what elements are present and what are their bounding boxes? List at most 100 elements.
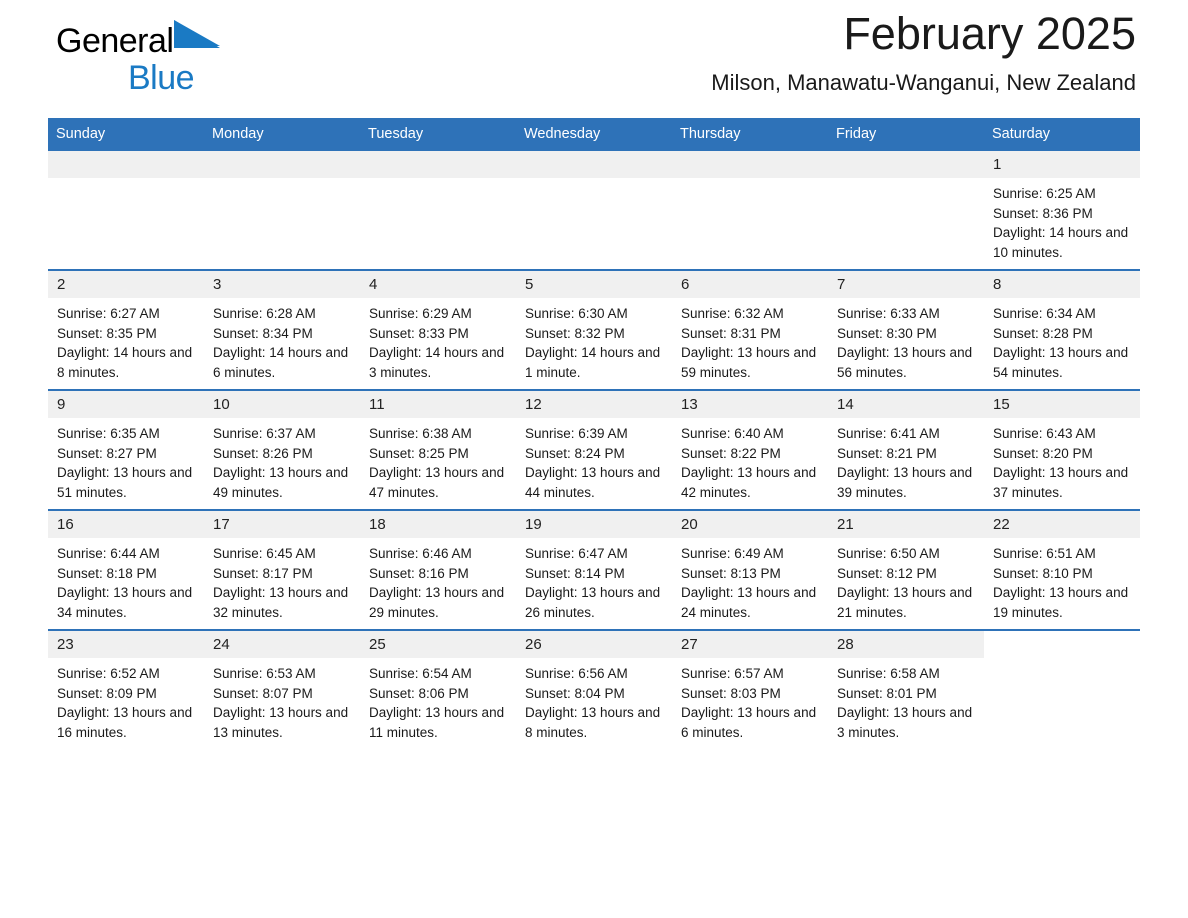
page-title: February 2025 bbox=[843, 8, 1136, 59]
day-details: Sunrise: 6:50 AM Sunset: 8:12 PM Daylight:… bbox=[828, 538, 984, 622]
sunrise-text: Sunrise: 6:33 AM bbox=[837, 306, 940, 321]
sunrise-text: Sunrise: 6:51 AM bbox=[993, 546, 1096, 561]
calendar-day-cell[interactable]: 9 Sunrise: 6:35 AM Sunset: 8:27 PM Daylight… bbox=[48, 389, 204, 510]
sunrise-text: Sunrise: 6:56 AM bbox=[525, 666, 628, 681]
daylight-text: Daylight: 13 hours and 39 minutes. bbox=[837, 465, 973, 500]
calendar-day-cell[interactable]: 5 Sunrise: 6:30 AM Sunset: 8:32 PM Daylight… bbox=[516, 269, 672, 390]
sunrise-text: Sunrise: 6:47 AM bbox=[525, 546, 628, 561]
calendar-day-cell[interactable]: 6 Sunrise: 6:32 AM Sunset: 8:31 PM Daylight… bbox=[672, 269, 828, 390]
calendar-day-cell[interactable]: 25 Sunrise: 6:54 AM Sunset: 8:06 PM Dayligh… bbox=[360, 629, 516, 749]
calendar-day-cell[interactable]: 2 Sunrise: 6:27 AM Sunset: 8:35 PM Daylight… bbox=[48, 269, 204, 390]
daylight-text: Daylight: 13 hours and 59 minutes. bbox=[681, 345, 817, 380]
day-details: Sunrise: 6:41 AM Sunset: 8:21 PM Daylight:… bbox=[828, 418, 984, 502]
sunrise-text: Sunrise: 6:40 AM bbox=[681, 426, 784, 441]
day-number: 1 bbox=[984, 151, 1140, 178]
weekday-header-friday: Friday bbox=[828, 118, 984, 151]
calendar-day-cell[interactable]: 27 Sunrise: 6:57 AM Sunset: 8:03 PM Dayligh… bbox=[672, 629, 828, 749]
daylight-text: Daylight: 13 hours and 47 minutes. bbox=[369, 465, 505, 500]
calendar-day-cell[interactable]: 20 Sunrise: 6:49 AM Sunset: 8:13 PM Dayligh… bbox=[672, 509, 828, 630]
calendar-day-cell[interactable]: 12 Sunrise: 6:39 AM Sunset: 8:24 PM Dayligh… bbox=[516, 389, 672, 510]
calendar-day-cell[interactable]: 21 Sunrise: 6:50 AM Sunset: 8:12 PM Dayligh… bbox=[828, 509, 984, 630]
general-blue-logo[interactable]: General Blue bbox=[56, 20, 276, 96]
calendar-day-cell[interactable]: 26 Sunrise: 6:56 AM Sunset: 8:04 PM Dayligh… bbox=[516, 629, 672, 749]
day-details: Sunrise: 6:33 AM Sunset: 8:30 PM Daylight:… bbox=[828, 298, 984, 382]
day-number: 5 bbox=[516, 271, 672, 298]
calendar-day-cell-empty bbox=[672, 151, 828, 270]
day-details: Sunrise: 6:44 AM Sunset: 8:18 PM Daylight:… bbox=[48, 538, 204, 622]
calendar-day-cell[interactable]: 18 Sunrise: 6:46 AM Sunset: 8:16 PM Dayligh… bbox=[360, 509, 516, 630]
sunrise-text: Sunrise: 6:27 AM bbox=[57, 306, 160, 321]
sunset-text: Sunset: 8:12 PM bbox=[837, 565, 937, 581]
calendar-day-cell[interactable]: 1 Sunrise: 6:25 AM Sunset: 8:36 PM Daylight… bbox=[984, 151, 1140, 270]
day-details: Sunrise: 6:43 AM Sunset: 8:20 PM Daylight:… bbox=[984, 418, 1140, 502]
day-number: 14 bbox=[828, 391, 984, 418]
calendar-day-cell[interactable]: 11 Sunrise: 6:38 AM Sunset: 8:25 PM Dayligh… bbox=[360, 389, 516, 510]
sunrise-text: Sunrise: 6:25 AM bbox=[993, 186, 1096, 201]
day-number: 9 bbox=[48, 391, 204, 418]
day-number: 25 bbox=[360, 631, 516, 658]
calendar-day-cell[interactable]: 8 Sunrise: 6:34 AM Sunset: 8:28 PM Daylight… bbox=[984, 269, 1140, 390]
sunrise-text: Sunrise: 6:39 AM bbox=[525, 426, 628, 441]
calendar-day-cell[interactable]: 28 Sunrise: 6:58 AM Sunset: 8:01 PM Dayligh… bbox=[828, 629, 984, 749]
daylight-text: Daylight: 13 hours and 49 minutes. bbox=[213, 465, 349, 500]
sunrise-text: Sunrise: 6:49 AM bbox=[681, 546, 784, 561]
sunset-text: Sunset: 8:01 PM bbox=[837, 685, 937, 701]
day-number-blank bbox=[204, 151, 360, 178]
day-details: Sunrise: 6:34 AM Sunset: 8:28 PM Daylight:… bbox=[984, 298, 1140, 382]
daylight-text: Daylight: 13 hours and 44 minutes. bbox=[525, 465, 661, 500]
day-details: Sunrise: 6:39 AM Sunset: 8:24 PM Daylight:… bbox=[516, 418, 672, 502]
calendar-day-cell[interactable]: 24 Sunrise: 6:53 AM Sunset: 8:07 PM Dayligh… bbox=[204, 629, 360, 749]
day-number: 12 bbox=[516, 391, 672, 418]
calendar-day-cell[interactable]: 23 Sunrise: 6:52 AM Sunset: 8:09 PM Dayligh… bbox=[48, 629, 204, 749]
weekday-header-wednesday: Wednesday bbox=[516, 118, 672, 151]
weekday-header-saturday: Saturday bbox=[984, 118, 1140, 151]
calendar-day-cell[interactable]: 15 Sunrise: 6:43 AM Sunset: 8:20 PM Dayligh… bbox=[984, 389, 1140, 510]
calendar-day-cell[interactable]: 22 Sunrise: 6:51 AM Sunset: 8:10 PM Dayligh… bbox=[984, 509, 1140, 630]
sunset-text: Sunset: 8:36 PM bbox=[993, 205, 1093, 221]
sunrise-text: Sunrise: 6:30 AM bbox=[525, 306, 628, 321]
logo-text-blue: Blue bbox=[128, 59, 195, 97]
sunset-text: Sunset: 8:24 PM bbox=[525, 445, 625, 461]
calendar-day-cell[interactable]: 14 Sunrise: 6:41 AM Sunset: 8:21 PM Dayligh… bbox=[828, 389, 984, 510]
calendar-day-cell[interactable]: 3 Sunrise: 6:28 AM Sunset: 8:34 PM Daylight… bbox=[204, 269, 360, 390]
sunset-text: Sunset: 8:16 PM bbox=[369, 565, 469, 581]
day-details: Sunrise: 6:51 AM Sunset: 8:10 PM Daylight:… bbox=[984, 538, 1140, 622]
sunset-text: Sunset: 8:21 PM bbox=[837, 445, 937, 461]
daylight-text: Daylight: 13 hours and 42 minutes. bbox=[681, 465, 817, 500]
calendar-day-cell[interactable]: 4 Sunrise: 6:29 AM Sunset: 8:33 PM Daylight… bbox=[360, 269, 516, 390]
calendar-day-cell[interactable]: 10 Sunrise: 6:37 AM Sunset: 8:26 PM Dayligh… bbox=[204, 389, 360, 510]
day-details: Sunrise: 6:56 AM Sunset: 8:04 PM Daylight:… bbox=[516, 658, 672, 742]
calendar-day-cell[interactable]: 19 Sunrise: 6:47 AM Sunset: 8:14 PM Dayligh… bbox=[516, 509, 672, 630]
daylight-text: Daylight: 13 hours and 34 minutes. bbox=[57, 585, 193, 620]
calendar-day-cell[interactable]: 13 Sunrise: 6:40 AM Sunset: 8:22 PM Dayligh… bbox=[672, 389, 828, 510]
daylight-text: Daylight: 13 hours and 21 minutes. bbox=[837, 585, 973, 620]
daylight-text: Daylight: 13 hours and 19 minutes. bbox=[993, 585, 1129, 620]
sunrise-text: Sunrise: 6:38 AM bbox=[369, 426, 472, 441]
location-subtitle: Milson, Manawatu-Wanganui, New Zealand bbox=[711, 70, 1136, 95]
calendar-day-cell[interactable]: 17 Sunrise: 6:45 AM Sunset: 8:17 PM Dayligh… bbox=[204, 509, 360, 630]
calendar-page: General Blue February 2025 Milson, Manaw… bbox=[0, 0, 1188, 918]
calendar-day-cell-empty bbox=[360, 151, 516, 270]
sunrise-text: Sunrise: 6:45 AM bbox=[213, 546, 316, 561]
calendar-week-row: 1 Sunrise: 6:25 AM Sunset: 8:36 PM Daylight… bbox=[48, 151, 1140, 270]
day-number-blank bbox=[828, 151, 984, 178]
day-details: Sunrise: 6:58 AM Sunset: 8:01 PM Daylight:… bbox=[828, 658, 984, 742]
title-block: February 2025 Milson, Manawatu-Wanganui,… bbox=[711, 6, 1136, 98]
day-number-blank bbox=[984, 631, 1140, 658]
daylight-text: Daylight: 13 hours and 51 minutes. bbox=[57, 465, 193, 500]
sunset-text: Sunset: 8:33 PM bbox=[369, 325, 469, 341]
day-details: Sunrise: 6:28 AM Sunset: 8:34 PM Daylight:… bbox=[204, 298, 360, 382]
sunrise-text: Sunrise: 6:28 AM bbox=[213, 306, 316, 321]
calendar-day-cell[interactable]: 7 Sunrise: 6:33 AM Sunset: 8:30 PM Daylight… bbox=[828, 269, 984, 390]
weekday-header-monday: Monday bbox=[204, 118, 360, 151]
sunset-text: Sunset: 8:10 PM bbox=[993, 565, 1093, 581]
day-details: Sunrise: 6:30 AM Sunset: 8:32 PM Daylight:… bbox=[516, 298, 672, 382]
sunset-text: Sunset: 8:22 PM bbox=[681, 445, 781, 461]
logo-text-general: General bbox=[56, 22, 174, 60]
daylight-text: Daylight: 13 hours and 6 minutes. bbox=[681, 705, 817, 740]
day-details: Sunrise: 6:29 AM Sunset: 8:33 PM Daylight:… bbox=[360, 298, 516, 382]
daylight-text: Daylight: 13 hours and 24 minutes. bbox=[681, 585, 817, 620]
calendar-day-cell[interactable]: 16 Sunrise: 6:44 AM Sunset: 8:18 PM Dayligh… bbox=[48, 509, 204, 630]
day-details: Sunrise: 6:49 AM Sunset: 8:13 PM Daylight:… bbox=[672, 538, 828, 622]
sunrise-text: Sunrise: 6:43 AM bbox=[993, 426, 1096, 441]
